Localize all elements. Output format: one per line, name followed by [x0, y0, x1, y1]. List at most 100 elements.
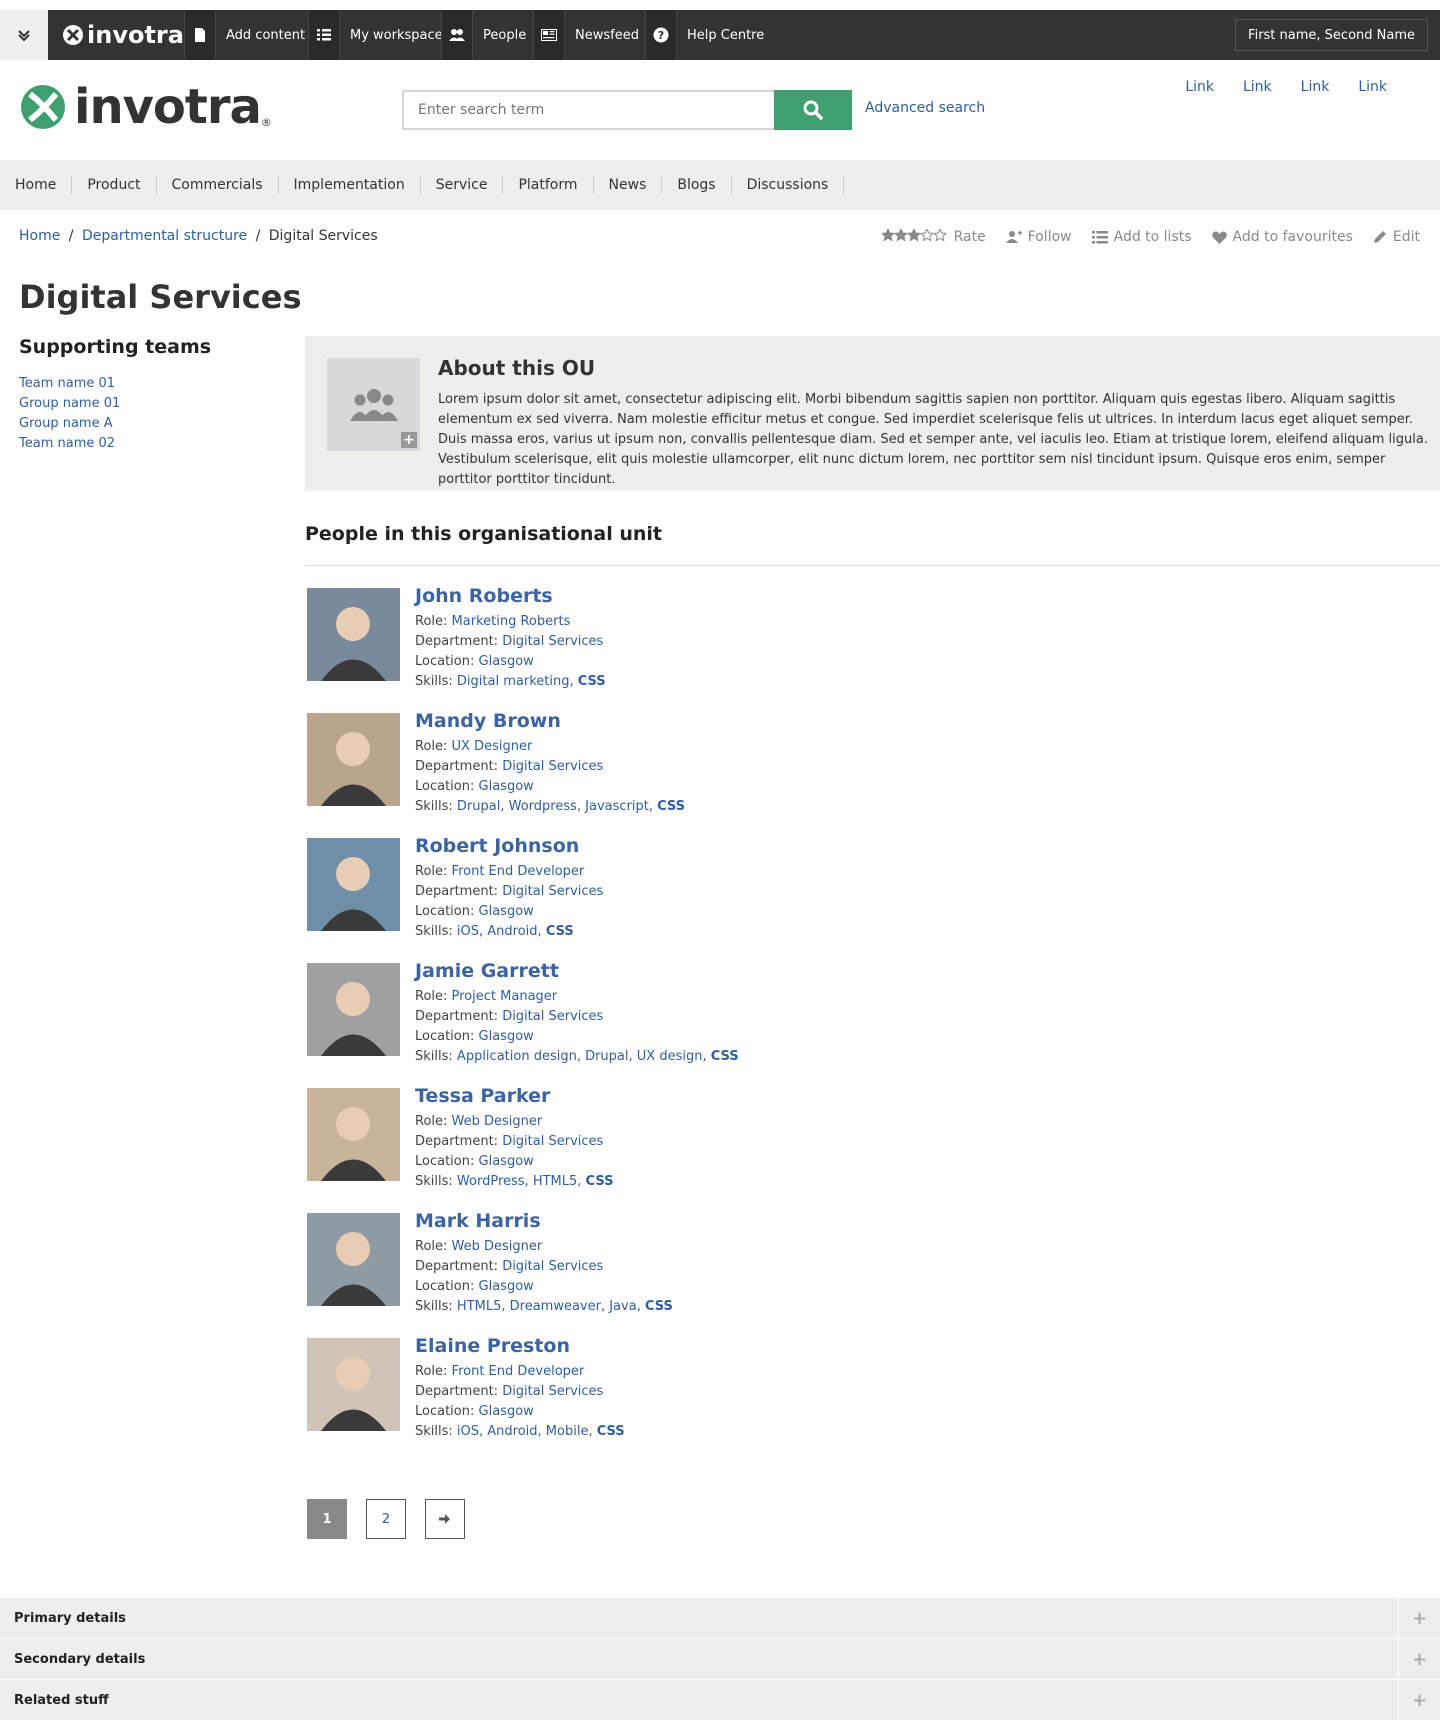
page-1-button[interactable]: 1 — [307, 1499, 347, 1539]
list-icon — [1091, 230, 1108, 243]
department-link[interactable]: Digital Services — [502, 884, 603, 899]
breadcrumb-home[interactable]: Home — [19, 228, 60, 244]
add-to-favourites-action[interactable]: Add to favourites — [1211, 229, 1353, 245]
nav-item-platform[interactable]: Platform — [503, 176, 594, 194]
add-image-icon[interactable]: + — [401, 432, 417, 448]
skills-links[interactable]: iOS, Android, Mobile, — [457, 1424, 593, 1439]
team-link[interactable]: Team name 01 — [19, 376, 115, 391]
top-link-1[interactable]: Link — [1185, 79, 1214, 95]
avatar[interactable] — [307, 963, 400, 1056]
rate-action[interactable]: Rate — [880, 227, 986, 245]
department-link[interactable]: Digital Services — [502, 634, 603, 649]
person-department: Department: Digital Services — [415, 1134, 604, 1149]
admin-people[interactable]: People — [441, 10, 526, 60]
department-link[interactable]: Digital Services — [502, 1134, 603, 1149]
top-link-4[interactable]: Link — [1358, 79, 1387, 95]
skill-css-link[interactable]: CSS — [597, 1424, 625, 1439]
team-link[interactable]: Team name 02 — [19, 436, 115, 451]
edit-action[interactable]: Edit — [1373, 229, 1420, 245]
nav-item-product[interactable]: Product — [72, 176, 157, 194]
accordion-primary-details[interactable]: Primary details + — [0, 1597, 1440, 1639]
location-link[interactable]: Glasgow — [479, 1404, 534, 1419]
list-item: Team name 02 — [19, 434, 120, 454]
person-name-link[interactable]: Robert Johnson — [415, 835, 579, 857]
person-name-link[interactable]: John Roberts — [415, 585, 553, 607]
avatar[interactable] — [307, 1088, 400, 1181]
top-link-3[interactable]: Link — [1301, 79, 1330, 95]
skill-css-link[interactable]: CSS — [645, 1299, 673, 1314]
site-logo[interactable]: invotra ® — [20, 79, 272, 135]
location-link[interactable]: Glasgow — [479, 1154, 534, 1169]
nav-item-service[interactable]: Service — [421, 176, 504, 194]
avatar[interactable] — [307, 838, 400, 931]
skill-css-link[interactable]: CSS — [546, 924, 574, 939]
avatar[interactable] — [307, 1213, 400, 1306]
next-page-button[interactable] — [425, 1499, 465, 1539]
team-link[interactable]: Group name 01 — [19, 396, 120, 411]
admin-add-content[interactable]: Add content — [184, 10, 305, 60]
location-link[interactable]: Glasgow — [479, 1029, 534, 1044]
skill-css-link[interactable]: CSS — [578, 674, 606, 689]
nav-item-implementation[interactable]: Implementation — [279, 176, 421, 194]
person-photo-icon — [321, 607, 386, 681]
expand-icon[interactable]: + — [1398, 1638, 1440, 1680]
team-link[interactable]: Group name A — [19, 416, 113, 431]
avatar[interactable] — [307, 588, 400, 681]
nav-item-commercials[interactable]: Commercials — [157, 176, 279, 194]
page-2-button[interactable]: 2 — [366, 1499, 406, 1539]
location-link[interactable]: Glasgow — [479, 1279, 534, 1294]
user-menu-button[interactable]: First name, Second Name — [1235, 19, 1428, 51]
skill-css-link[interactable]: CSS — [711, 1049, 739, 1064]
department-link[interactable]: Digital Services — [502, 1009, 603, 1024]
admin-logo[interactable]: invotra® — [62, 20, 192, 50]
nav-item-news[interactable]: News — [594, 176, 663, 194]
skills-links[interactable]: WordPress, HTML5, — [457, 1174, 581, 1189]
top-link-2[interactable]: Link — [1243, 79, 1272, 95]
location-link[interactable]: Glasgow — [479, 654, 534, 669]
skill-css-link[interactable]: CSS — [657, 799, 685, 814]
add-to-lists-action[interactable]: Add to lists — [1091, 229, 1192, 245]
role-link[interactable]: UX Designer — [452, 739, 533, 754]
skills-links[interactable]: HTML5, Dreamweaver, Java, — [457, 1299, 641, 1314]
follow-action[interactable]: Follow — [1005, 229, 1072, 245]
person-name-link[interactable]: Tessa Parker — [415, 1085, 550, 1107]
location-link[interactable]: Glasgow — [479, 779, 534, 794]
person-name-link[interactable]: Elaine Preston — [415, 1335, 570, 1357]
skills-links[interactable]: Application design, Drupal, UX design, — [457, 1049, 707, 1064]
divider — [305, 565, 1440, 566]
avatar[interactable] — [307, 1338, 400, 1431]
role-link[interactable]: Front End Developer — [452, 1364, 585, 1379]
skill-css-link[interactable]: CSS — [586, 1174, 614, 1189]
department-link[interactable]: Digital Services — [502, 759, 603, 774]
department-link[interactable]: Digital Services — [502, 1259, 603, 1274]
skills-links[interactable]: Digital marketing, — [457, 674, 574, 689]
skills-links[interactable]: Drupal, Wordpress, Javascript, — [457, 799, 653, 814]
admin-menu-toggle[interactable] — [0, 10, 48, 60]
advanced-search-link[interactable]: Advanced search — [865, 100, 985, 116]
person-name-link[interactable]: Jamie Garrett — [415, 960, 559, 982]
nav-item-blogs[interactable]: Blogs — [662, 176, 732, 194]
department-link[interactable]: Digital Services — [502, 1384, 603, 1399]
admin-help-centre[interactable]: ? Help Centre — [645, 10, 764, 60]
role-link[interactable]: Web Designer — [452, 1239, 543, 1254]
role-link[interactable]: Front End Developer — [452, 864, 585, 879]
avatar[interactable] — [307, 713, 400, 806]
nav-item-discussions[interactable]: Discussions — [732, 176, 845, 194]
admin-my-workspace[interactable]: My workspace — [308, 10, 443, 60]
role-link[interactable]: Project Manager — [452, 989, 558, 1004]
role-link[interactable]: Web Designer — [452, 1114, 543, 1129]
expand-icon[interactable]: + — [1398, 1597, 1440, 1639]
search-button[interactable] — [774, 90, 852, 130]
role-link[interactable]: Marketing Roberts — [452, 614, 571, 629]
person-name-link[interactable]: Mandy Brown — [415, 710, 561, 732]
expand-icon[interactable]: + — [1398, 1679, 1440, 1721]
breadcrumb-departmental-structure[interactable]: Departmental structure — [82, 228, 247, 244]
accordion-secondary-details[interactable]: Secondary details + — [0, 1638, 1440, 1680]
person-name-link[interactable]: Mark Harris — [415, 1210, 541, 1232]
accordion-related-stuff[interactable]: Related stuff + — [0, 1679, 1440, 1721]
skills-links[interactable]: iOS, Android, — [457, 924, 542, 939]
location-link[interactable]: Glasgow — [479, 904, 534, 919]
nav-item-home[interactable]: Home — [0, 176, 73, 194]
admin-newsfeed[interactable]: Newsfeed — [533, 10, 639, 60]
search-input[interactable] — [402, 90, 774, 130]
